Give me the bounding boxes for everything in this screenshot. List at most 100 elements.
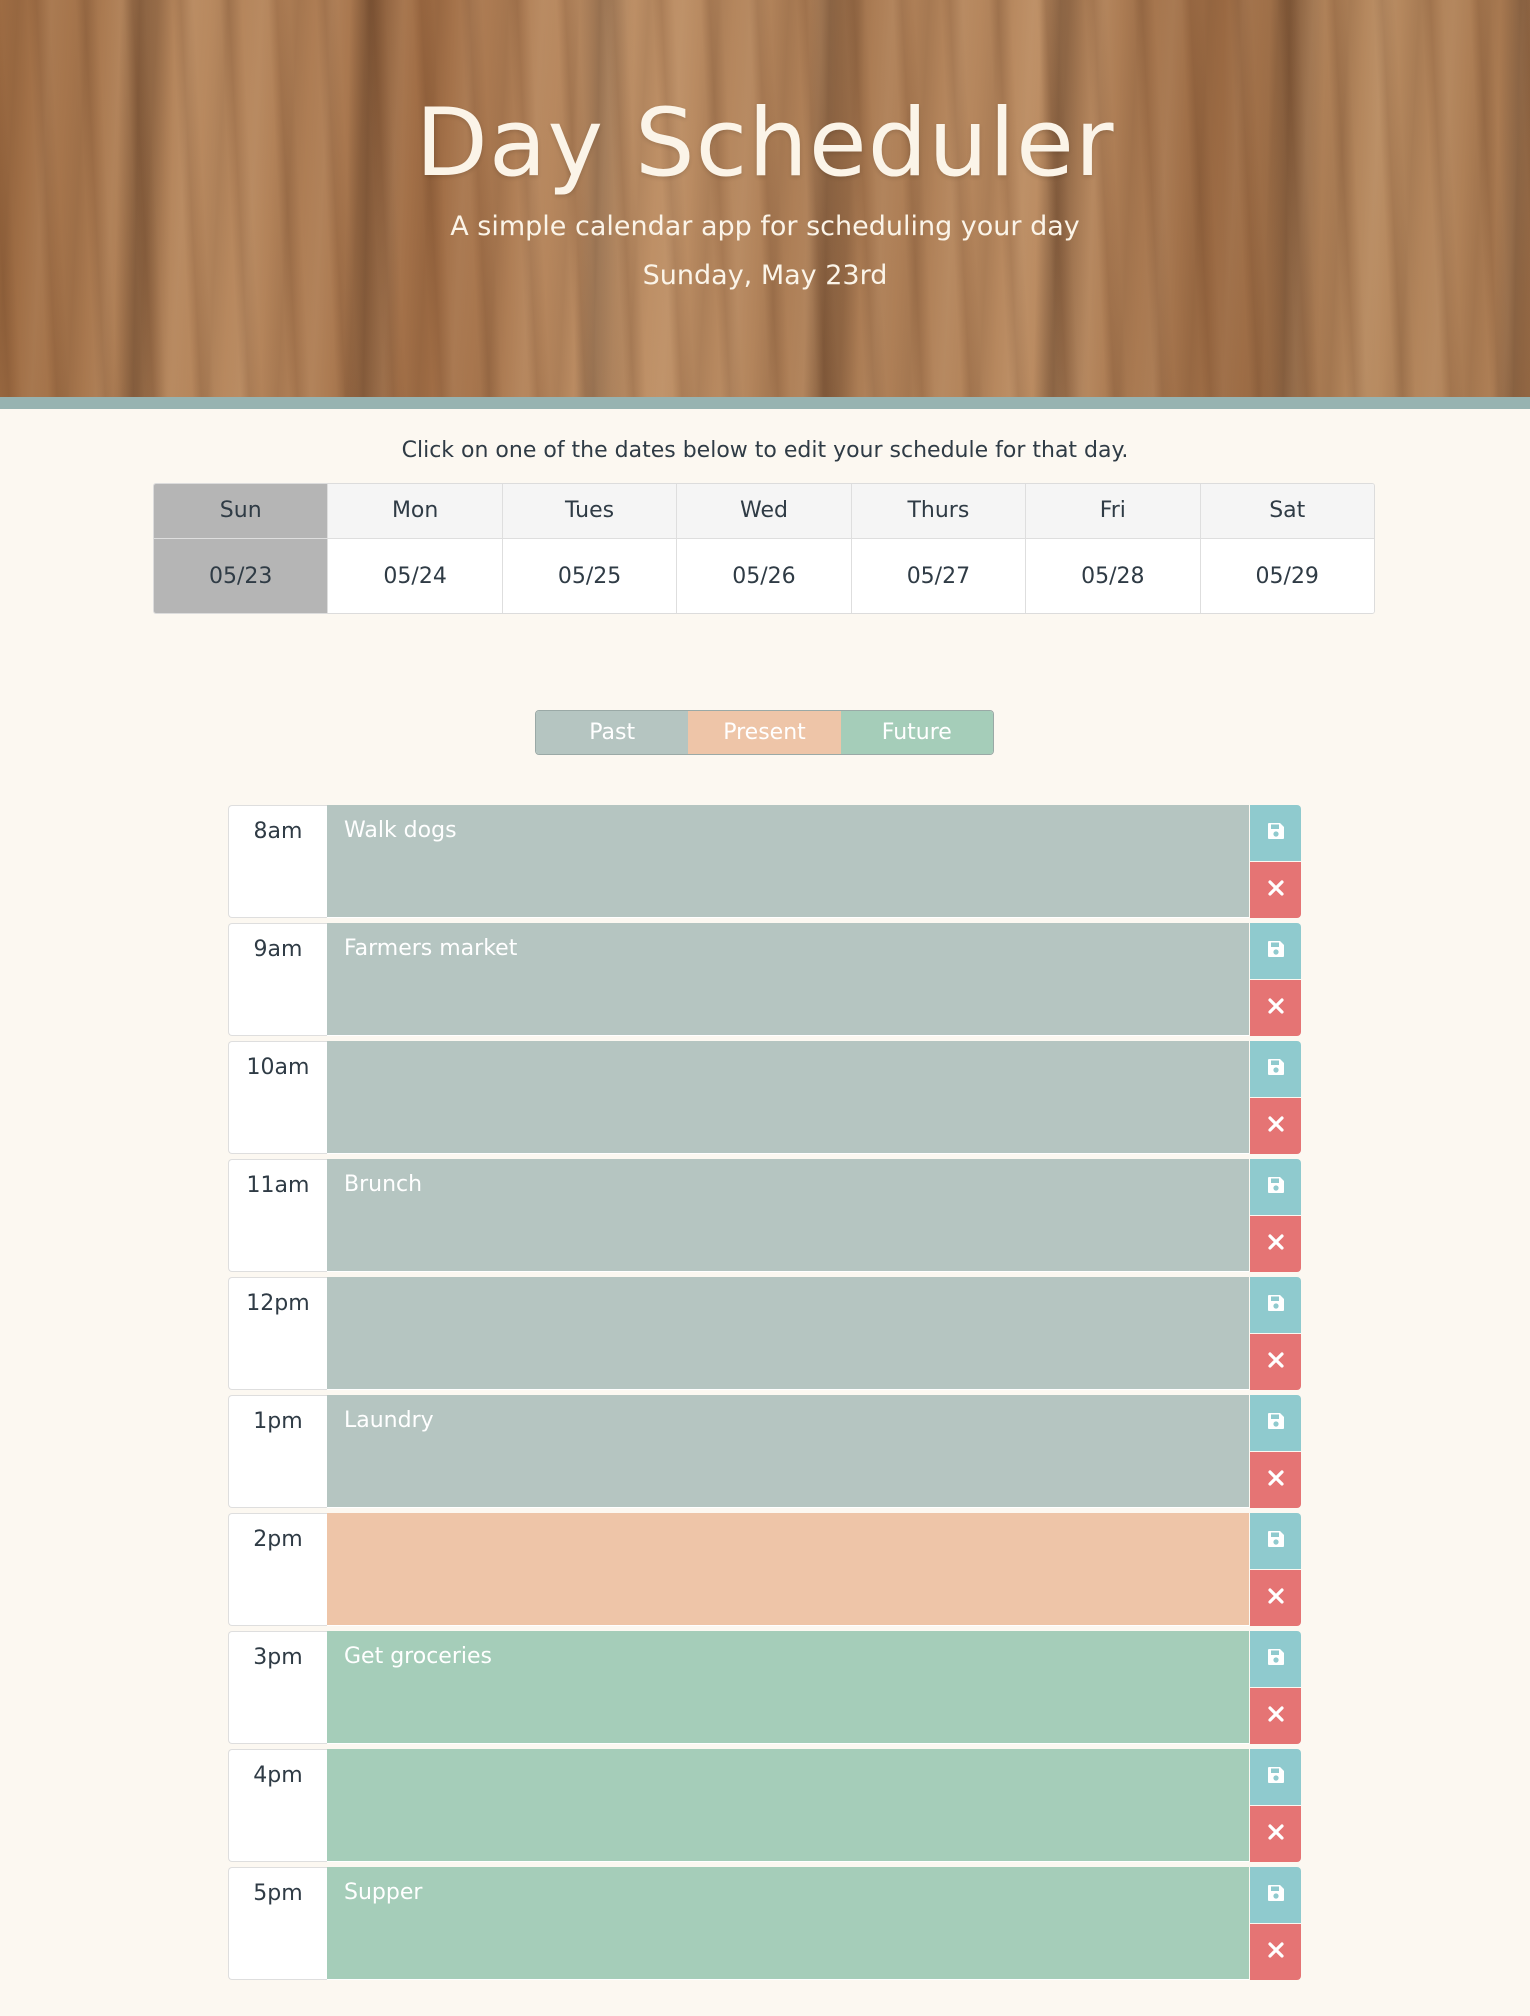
close-icon	[1267, 997, 1285, 1019]
close-icon	[1267, 1823, 1285, 1845]
day-date: 05/28	[1026, 539, 1200, 613]
hour-label: 5pm	[228, 1867, 327, 1980]
close-icon	[1267, 1705, 1285, 1727]
save-button[interactable]	[1250, 1631, 1301, 1687]
day-date: 05/23	[154, 539, 328, 613]
day-sun[interactable]: Sun 05/23	[154, 484, 328, 613]
legend-future: Future	[840, 711, 993, 754]
schedule-row: 1pm Laundry	[228, 1395, 1301, 1509]
hour-label: 2pm	[228, 1513, 327, 1626]
schedule-row: 12pm	[228, 1277, 1301, 1391]
save-button[interactable]	[1250, 1277, 1301, 1333]
task-input[interactable]	[327, 1041, 1249, 1154]
save-icon	[1266, 821, 1286, 845]
save-button[interactable]	[1250, 1749, 1301, 1805]
day-name: Tues	[502, 484, 677, 539]
task-input[interactable]	[327, 1513, 1249, 1626]
status-legend: Past Present Future	[535, 710, 994, 755]
hour-label: 9am	[228, 923, 327, 1036]
save-button[interactable]	[1250, 1867, 1301, 1923]
instructions-text: Click on one of the dates below to edit …	[401, 438, 1129, 463]
schedule-row: 3pm Get groceries	[228, 1631, 1301, 1745]
day-wed[interactable]: Wed 05/26	[676, 484, 851, 613]
current-date: Sunday, May 23rd	[642, 260, 888, 291]
save-icon	[1266, 1057, 1286, 1081]
save-icon	[1266, 939, 1286, 963]
day-date: 05/27	[851, 539, 1026, 613]
save-icon	[1266, 1411, 1286, 1435]
day-fri[interactable]: Fri 05/28	[1025, 484, 1200, 613]
delete-button[interactable]	[1250, 1924, 1301, 1980]
hour-label: 3pm	[228, 1631, 327, 1744]
header-divider	[0, 397, 1530, 409]
page-subtitle: A simple calendar app for scheduling you…	[450, 211, 1080, 242]
delete-button[interactable]	[1250, 1098, 1301, 1154]
day-tues[interactable]: Tues 05/25	[501, 484, 677, 613]
day-name: Wed	[677, 484, 851, 539]
delete-button[interactable]	[1250, 1806, 1301, 1862]
day-name: Mon	[328, 484, 502, 539]
task-input[interactable]: Get groceries	[327, 1631, 1249, 1744]
schedule-row: 2pm	[228, 1513, 1301, 1627]
save-button[interactable]	[1250, 805, 1301, 861]
legend-present: Present	[688, 711, 841, 754]
close-icon	[1267, 1941, 1285, 1963]
legend-past: Past	[536, 711, 689, 754]
hour-label: 1pm	[228, 1395, 327, 1508]
delete-button[interactable]	[1250, 1688, 1301, 1744]
schedule-list: 8am Walk dogs 9am Farmers market 10am 11am Bru…	[228, 805, 1301, 1985]
close-icon	[1267, 1233, 1285, 1255]
day-name: Fri	[1026, 484, 1200, 539]
task-input[interactable]: Walk dogs	[327, 805, 1249, 918]
delete-button[interactable]	[1250, 1452, 1301, 1508]
day-thurs[interactable]: Thurs 05/27	[850, 484, 1026, 613]
hour-label: 8am	[228, 805, 327, 918]
day-mon[interactable]: Mon 05/24	[327, 484, 502, 613]
task-input[interactable]: Farmers market	[327, 923, 1249, 1036]
task-input[interactable]	[327, 1277, 1249, 1390]
delete-button[interactable]	[1250, 862, 1301, 918]
save-button[interactable]	[1250, 1395, 1301, 1451]
day-sat[interactable]: Sat 05/29	[1199, 484, 1374, 613]
close-icon	[1267, 1115, 1285, 1137]
day-name: Sat	[1200, 484, 1374, 539]
close-icon	[1267, 1587, 1285, 1609]
hour-label: 10am	[228, 1041, 327, 1154]
save-icon	[1266, 1765, 1286, 1789]
schedule-row: 11am Brunch	[228, 1159, 1301, 1273]
hour-label: 11am	[228, 1159, 327, 1272]
hour-label: 12pm	[228, 1277, 327, 1390]
schedule-row: 10am	[228, 1041, 1301, 1155]
schedule-row: 4pm	[228, 1749, 1301, 1863]
delete-button[interactable]	[1250, 1570, 1301, 1626]
day-name: Thurs	[851, 484, 1026, 539]
task-input[interactable]: Brunch	[327, 1159, 1249, 1272]
day-date: 05/26	[677, 539, 851, 613]
save-icon	[1266, 1175, 1286, 1199]
task-input[interactable]	[327, 1749, 1249, 1862]
day-date: 05/29	[1200, 539, 1374, 613]
schedule-row: 8am Walk dogs	[228, 805, 1301, 919]
save-icon	[1266, 1529, 1286, 1553]
delete-button[interactable]	[1250, 980, 1301, 1036]
day-date: 05/25	[502, 539, 677, 613]
close-icon	[1267, 879, 1285, 901]
task-input[interactable]: Supper	[327, 1867, 1249, 1980]
save-button[interactable]	[1250, 1513, 1301, 1569]
day-date: 05/24	[328, 539, 502, 613]
day-name: Sun	[154, 484, 328, 539]
week-selector: Sun 05/23 Mon 05/24 Tues 05/25 Wed 05/26…	[153, 483, 1375, 614]
save-button[interactable]	[1250, 1159, 1301, 1215]
close-icon	[1267, 1469, 1285, 1491]
save-button[interactable]	[1250, 1041, 1301, 1097]
task-input[interactable]: Laundry	[327, 1395, 1249, 1508]
hour-label: 4pm	[228, 1749, 327, 1862]
delete-button[interactable]	[1250, 1216, 1301, 1272]
schedule-row: 5pm Supper	[228, 1867, 1301, 1981]
page-title: Day Scheduler	[415, 89, 1115, 198]
save-icon	[1266, 1647, 1286, 1671]
delete-button[interactable]	[1250, 1334, 1301, 1390]
save-button[interactable]	[1250, 923, 1301, 979]
save-icon	[1266, 1883, 1286, 1907]
schedule-row: 9am Farmers market	[228, 923, 1301, 1037]
